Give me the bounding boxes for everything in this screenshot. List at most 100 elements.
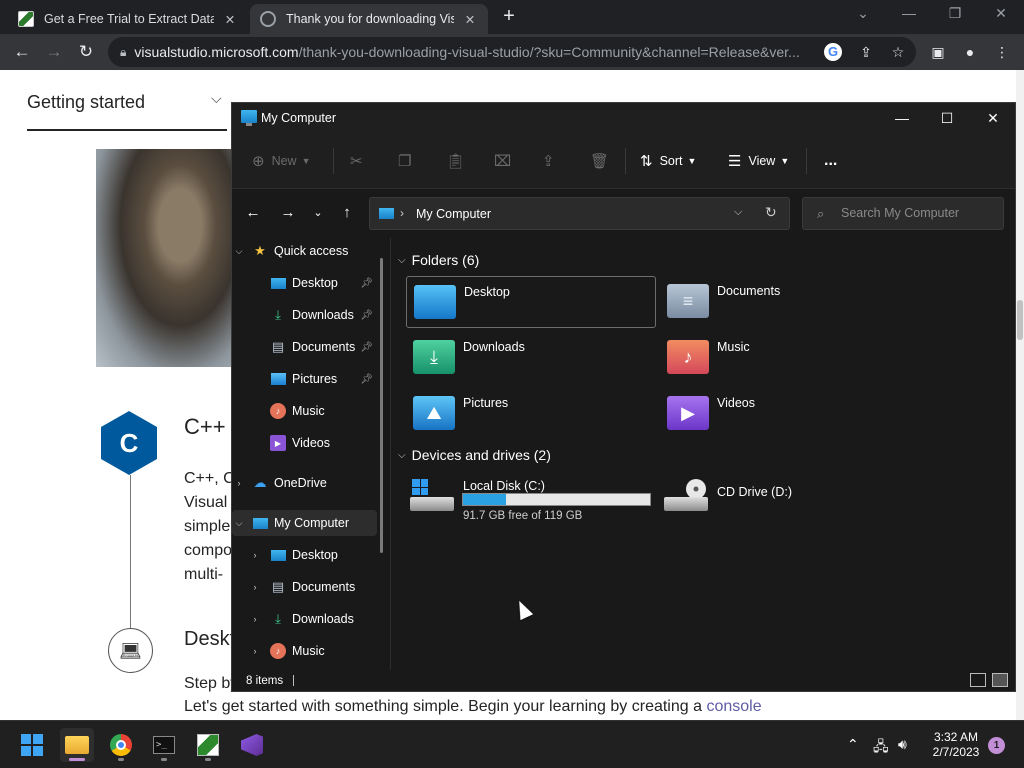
chevron-right-icon[interactable]: › — [248, 582, 262, 592]
sidebar-item-downloads[interactable]: ⤓ Downloads 📌︎ — [232, 302, 377, 328]
sidebar-item-pc-downloads[interactable]: › ⤓ Downloads — [232, 606, 377, 632]
scrollbar-thumb[interactable] — [1017, 300, 1023, 340]
folder-documents[interactable]: ≡ Documents — [660, 276, 910, 328]
sidebar-item-music[interactable]: ♪ Music — [232, 398, 377, 424]
sidebar-item-onedrive[interactable]: › ☁ OneDrive — [232, 470, 377, 496]
sidebar-item-pc-music[interactable]: › ♪ Music — [232, 638, 377, 664]
maximize-button[interactable]: ☐ — [937, 109, 957, 127]
copy-button[interactable]: ❐ — [398, 152, 418, 170]
view-button[interactable]: ☰ View ▼ — [728, 152, 789, 170]
sidebar-item-pc-desktop[interactable]: › Desktop — [232, 542, 377, 568]
close-tab-icon[interactable]: ✕ — [462, 12, 478, 27]
chevron-right-icon[interactable]: › — [248, 614, 262, 624]
close-button[interactable]: ✕ — [983, 109, 1003, 127]
chevron-right-icon[interactable]: › — [248, 550, 262, 560]
tiles-view-icon[interactable] — [992, 673, 1008, 687]
folder-videos[interactable]: ▶ Videos — [660, 388, 910, 440]
sidebar-scrollbar[interactable] — [380, 258, 383, 553]
up-icon[interactable]: ↑ — [338, 204, 356, 222]
drive-d[interactable]: CD Drive (D:) — [660, 475, 910, 525]
taskbar-file-explorer[interactable] — [60, 728, 94, 762]
drives-group-header[interactable]: ⌵ Devices and drives (2) — [398, 447, 551, 463]
details-view-icon[interactable] — [970, 673, 986, 687]
share-button[interactable]: ⇪ — [542, 152, 562, 170]
sort-button[interactable]: ⇅ Sort ▼ — [640, 152, 696, 170]
back-icon[interactable]: ← — [12, 42, 32, 62]
new-tab-button[interactable]: + — [498, 6, 520, 28]
paste-button[interactable]: 📋︎ — [446, 152, 472, 170]
download-icon: ⤓ — [275, 611, 281, 626]
share-icon[interactable]: ⇪ — [856, 42, 876, 62]
taskbar-terminal[interactable]: >_ — [147, 728, 181, 762]
running-indicator — [69, 758, 85, 761]
notification-badge[interactable]: 1 — [988, 737, 1005, 754]
chevron-down-icon[interactable]: ⌵ — [211, 90, 222, 107]
recent-locations-icon[interactable]: ⌄ — [309, 204, 327, 222]
clock[interactable]: 3:32 AM 2/7/2023 — [928, 730, 984, 760]
rename-button[interactable]: ⌧ — [494, 152, 518, 170]
google-lens-icon[interactable]: G — [824, 43, 842, 61]
folder-music[interactable]: ♪ Music — [660, 332, 910, 384]
delete-button[interactable]: 🗑︎ — [590, 152, 616, 170]
getting-started-dropdown[interactable]: Getting started — [27, 92, 145, 113]
profile-icon[interactable]: ● — [960, 42, 980, 62]
taskbar-green-app[interactable] — [191, 728, 225, 762]
breadcrumb[interactable]: My Computer — [416, 207, 491, 221]
close-window-button[interactable]: ✕ — [986, 5, 1016, 22]
chevron-down-icon[interactable]: ⌵ — [734, 206, 742, 219]
sidebar-item-quick-access[interactable]: ⌵ ★ Quick access — [232, 238, 377, 264]
minimize-button[interactable]: — — [894, 5, 924, 21]
drive-c[interactable]: Local Disk (C:) 91.7 GB free of 119 GB — [406, 475, 656, 525]
close-tab-icon[interactable]: ✕ — [222, 12, 238, 27]
forward-icon[interactable]: → — [279, 204, 297, 222]
console-link[interactable]: console — [706, 698, 761, 715]
visual-studio-icon — [241, 734, 263, 756]
chevron-right-icon[interactable]: › — [248, 646, 262, 656]
document-icon: ▤ — [271, 339, 285, 354]
tab-thank-you[interactable]: Thank you for downloading Visua ✕ — [250, 4, 488, 34]
new-button[interactable]: ⊕ New ▼ — [252, 152, 311, 170]
chevron-right-icon[interactable]: › — [232, 478, 246, 488]
folders-group-header[interactable]: ⌵ Folders (6) — [398, 252, 479, 268]
sidebar-item-documents[interactable]: ▤ Documents 📌︎ — [232, 334, 377, 360]
chevron-down-icon[interactable]: ⌵ — [232, 246, 246, 257]
see-more-button[interactable]: ... — [824, 152, 837, 170]
tab-search-icon[interactable]: ⌄ — [848, 5, 878, 22]
bookmark-star-icon[interactable]: ☆ — [888, 42, 908, 62]
tab-free-trial[interactable]: Get a Free Trial to Extract Data fr ✕ — [8, 4, 248, 34]
sidebar-item-pictures[interactable]: Pictures 📌︎ — [232, 366, 377, 392]
network-icon[interactable]: 🖧︎ — [873, 736, 889, 760]
laptop-icon: 💻︎ — [108, 628, 153, 673]
pin-icon: 📌︎ — [360, 277, 373, 289]
folder-downloads[interactable]: ⤓ Downloads — [406, 332, 656, 384]
sidebar-item-desktop[interactable]: Desktop 📌︎ — [232, 270, 377, 296]
search-input[interactable] — [841, 206, 991, 220]
reload-icon[interactable]: ↻ — [76, 42, 96, 62]
restore-button[interactable]: ❐ — [940, 5, 970, 22]
folder-desktop[interactable]: Desktop — [406, 276, 656, 328]
folder-pictures[interactable]: ⛰ Pictures — [406, 388, 656, 440]
search-icon: ⌕ — [817, 206, 825, 221]
volume-icon[interactable]: 🔊︎ — [898, 736, 907, 753]
cut-button[interactable]: ✂ — [350, 152, 370, 170]
show-hidden-icons[interactable]: ⌃ — [847, 736, 859, 753]
page-scrollbar[interactable] — [1016, 70, 1024, 720]
forward-icon[interactable]: → — [44, 42, 64, 62]
taskbar-chrome[interactable] — [104, 728, 138, 762]
taskbar-visual-studio[interactable] — [235, 728, 269, 762]
chevron-down-icon[interactable]: ⌵ — [232, 518, 246, 529]
url-bar[interactable]: 🔒︎ visualstudio.microsoft.com /thank-you… — [108, 37, 916, 67]
menu-icon[interactable]: ⋮ — [992, 42, 1012, 62]
side-panel-icon[interactable]: ▣ — [928, 42, 948, 62]
sidebar-item-pc-documents[interactable]: › ▤ Documents — [232, 574, 377, 600]
start-button[interactable] — [15, 728, 49, 762]
refresh-icon[interactable]: ↻ — [765, 204, 777, 221]
pane-divider[interactable] — [390, 238, 391, 670]
sidebar-item-my-computer[interactable]: ⌵ My Computer — [232, 510, 377, 536]
minimize-button[interactable]: — — [892, 109, 912, 127]
url-host: visualstudio.microsoft.com — [134, 44, 299, 60]
sidebar-item-videos[interactable]: ▶ Videos — [232, 430, 377, 456]
search-box[interactable]: ⌕ — [802, 197, 1004, 230]
back-icon[interactable]: ← — [244, 204, 262, 222]
address-bar[interactable]: › My Computer ⌵ ↻ — [369, 197, 790, 230]
